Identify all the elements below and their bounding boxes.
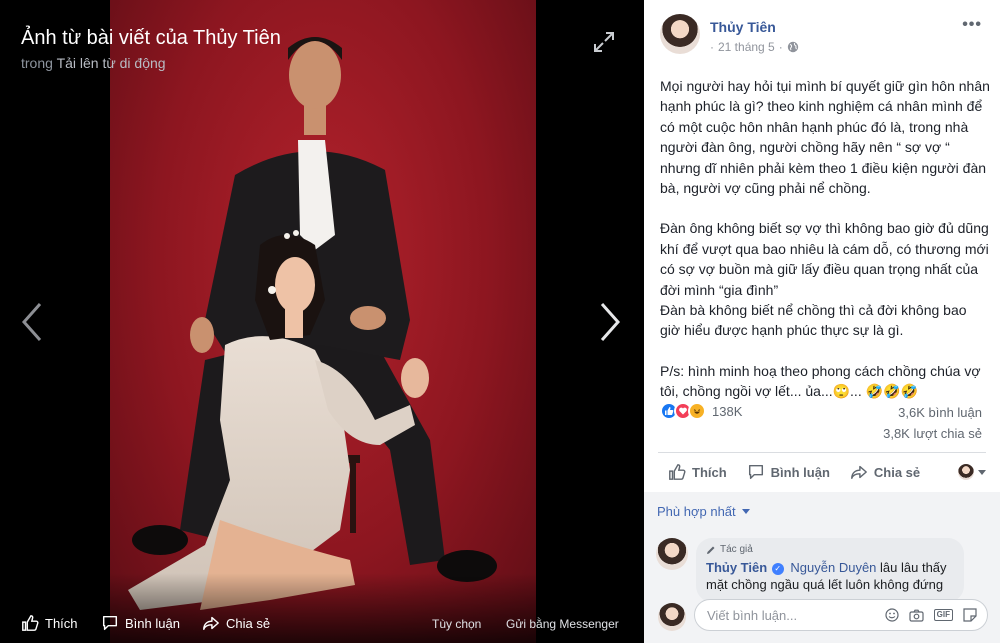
author-avatar[interactable]: [660, 14, 700, 54]
comments-section: Phù hợp nhất Tác giả Thủy Tiên ✓ Nguyễn …: [644, 492, 1000, 643]
comment-input-placeholder: Viết bình luận...: [707, 607, 798, 623]
globe-icon: [787, 41, 798, 53]
comment-bubble-icon: [102, 615, 118, 631]
comment-sort-dropdown[interactable]: Phù hợp nhất: [657, 504, 750, 519]
viewer-like-button[interactable]: Thích: [21, 614, 78, 632]
post-panel: Thủy Tiên · 21 tháng 5 · ••• Mọi người h…: [644, 0, 1000, 643]
pencil-icon: [707, 546, 715, 554]
commenter-avatar[interactable]: [656, 538, 688, 570]
like-button[interactable]: Thích: [668, 463, 727, 481]
post-paragraph: Đàn bà không biết nể chồng thì cả đời kh…: [660, 302, 967, 339]
comment-label: Bình luận: [770, 464, 830, 480]
thumbs-up-icon: [22, 615, 39, 631]
author-tag: Tác giả: [706, 544, 954, 555]
share-button[interactable]: Chia sẻ: [850, 463, 920, 481]
viewer-comment-label: Bình luận: [125, 615, 180, 631]
viewer-share-button[interactable]: Chia sẻ: [202, 614, 270, 632]
post-paragraph: Đàn ông không biết sợ vợ thì không bao g…: [660, 220, 989, 298]
comment-author[interactable]: Thủy Tiên: [706, 560, 767, 575]
post-paragraph: P/s: hình minh hoạ theo phong cách chồng…: [660, 362, 981, 400]
man-face: [289, 41, 341, 109]
post-meta: · 21 tháng 5 ·: [710, 40, 799, 54]
share-arrow-icon: [203, 616, 219, 631]
reaction-summary[interactable]: 138K: [660, 402, 742, 420]
viewer-title: Ảnh từ bài viết của Thủy Tiên: [21, 27, 281, 49]
viewer-subtitle-prefix: trong: [21, 55, 53, 71]
comment-bubble: Tác giả Thủy Tiên ✓ Nguyễn Duyên lâu lâu…: [696, 538, 964, 602]
post-photo[interactable]: [110, 0, 536, 643]
chevron-down-icon: [741, 509, 750, 514]
woman-hand: [401, 358, 429, 398]
album-link[interactable]: Tải lên từ di động: [57, 55, 166, 71]
haha-reaction-icon: [688, 402, 706, 420]
share-arrow-icon: [850, 465, 867, 480]
gif-icon[interactable]: GIF: [933, 609, 953, 621]
comment-sort-label: Phù hợp nhất: [657, 504, 736, 519]
share-label: Chia sẻ: [873, 464, 921, 480]
post-paragraph: Mọi người hay hỏi tụi mình bí quyết giữ …: [660, 78, 990, 197]
expand-icon[interactable]: [592, 30, 616, 54]
author-tag-label: Tác giả: [720, 544, 753, 555]
divider: [658, 452, 986, 453]
like-label: Thích: [692, 464, 727, 480]
post-body: Mọi người hay hỏi tụi mình bí quyết giữ …: [660, 76, 990, 422]
couple-photo-illustration: [128, 37, 497, 610]
shares-count-link[interactable]: 3,8K lượt chia sẻ: [883, 426, 982, 441]
verified-badge-icon: ✓: [771, 562, 784, 575]
send-messenger-link[interactable]: Gửi bằng Messenger: [506, 617, 619, 631]
previous-photo-arrow-icon[interactable]: [16, 300, 46, 344]
photo-viewer: Ảnh từ bài viết của Thủy Tiên trong Tải …: [0, 0, 644, 643]
my-avatar: [658, 603, 686, 631]
viewer-comment-button[interactable]: Bình luận: [101, 614, 180, 632]
comment-input[interactable]: Viết bình luận... GIF: [694, 599, 988, 631]
viewer-subtitle: trong Tải lên từ di động: [21, 55, 166, 71]
thumbs-up-icon: [669, 464, 686, 480]
comment-text: Thủy Tiên ✓ Nguyễn Duyên lâu lâu thấy mặ…: [706, 559, 954, 593]
reaction-count: 138K: [712, 403, 743, 419]
comments-count-link[interactable]: 3,6K bình luận: [898, 405, 982, 420]
viewer-share-label: Chia sẻ: [226, 615, 271, 631]
comment-button[interactable]: Bình luận: [747, 463, 830, 481]
next-photo-arrow-icon[interactable]: [596, 300, 626, 344]
viewer-like-label: Thích: [45, 615, 78, 631]
sticker-icon[interactable]: [963, 608, 977, 622]
comment-bubble-icon: [748, 464, 763, 480]
post-options-icon[interactable]: •••: [962, 16, 982, 34]
comment-mention[interactable]: Nguyễn Duyên: [790, 560, 876, 575]
post-date[interactable]: 21 tháng 5: [718, 40, 775, 54]
post-action-bar: Thích Bình luận Chia sẻ: [658, 455, 986, 489]
mini-avatar: [958, 464, 974, 480]
author-name[interactable]: Thủy Tiên: [710, 19, 776, 35]
camera-icon[interactable]: [909, 609, 924, 622]
post-as-selector[interactable]: [958, 464, 986, 480]
man-shoe-left: [132, 525, 188, 555]
woman-face: [275, 257, 315, 313]
viewer-options-link[interactable]: Tùy chọn: [432, 617, 481, 631]
viewer-action-bar: Thích Bình luận Chia sẻ Tùy chọn Gửi bằn…: [0, 573, 644, 643]
chevron-down-icon: [978, 469, 986, 475]
emoji-icon[interactable]: [885, 608, 899, 622]
